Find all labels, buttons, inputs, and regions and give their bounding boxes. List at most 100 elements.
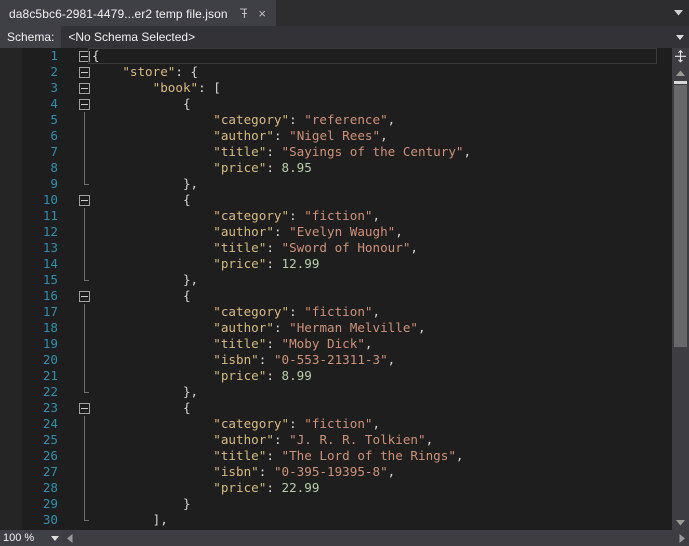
code-line[interactable]: 25 "author": "J. R. R. Tolkien", xyxy=(0,432,657,448)
zoom-level-dropdown[interactable]: 100 % xyxy=(0,530,62,546)
collapse-toggle-icon[interactable] xyxy=(79,99,90,110)
horizontal-scrollbar[interactable] xyxy=(62,530,689,546)
line-number: 23 xyxy=(42,400,58,415)
code-line[interactable]: 14 "price": 12.99 xyxy=(0,256,657,272)
code-editor[interactable]: 1{2 "store": {3 "book": [4{5 "category": "r… xyxy=(0,48,689,530)
token-punc: : xyxy=(289,208,305,223)
code-line[interactable]: 16 { xyxy=(0,288,657,304)
scroll-right-arrow-icon[interactable] xyxy=(674,530,689,546)
vertical-scrollbar-thumb[interactable] xyxy=(674,85,687,347)
token-str: "Nigel Rees" xyxy=(289,128,381,143)
code-line[interactable]: 22}, xyxy=(0,384,657,400)
code-line[interactable]: 18 "author": "Herman Melville", xyxy=(0,320,657,336)
scroll-left-arrow-icon[interactable] xyxy=(62,530,77,546)
token-punc: } xyxy=(182,496,191,511)
line-number: 10 xyxy=(42,192,58,207)
code-line[interactable]: 23 { xyxy=(0,400,657,416)
token-punc: }, xyxy=(182,176,199,191)
token-key: "book" xyxy=(152,80,199,95)
token-str: "0-553-21311-3" xyxy=(273,352,388,367)
schema-bar: Schema: <No Schema Selected> xyxy=(0,26,689,48)
code-line[interactable]: 21 "price": 8.99 xyxy=(0,368,657,384)
chevron-down-icon[interactable] xyxy=(667,0,689,26)
code-line[interactable]: 7 "title": "Sayings of the Century", xyxy=(0,144,657,160)
code-text: "category": "fiction", xyxy=(213,208,380,224)
token-punc: , xyxy=(372,208,381,223)
code-text: }, xyxy=(183,176,198,192)
line-number: 25 xyxy=(42,432,58,447)
token-punc: , xyxy=(364,336,373,351)
scroll-up-arrow-icon[interactable] xyxy=(672,65,689,80)
token-num: 8.99 xyxy=(281,368,312,383)
code-line[interactable]: 1{ xyxy=(0,48,657,64)
code-text: }, xyxy=(183,272,198,288)
collapse-toggle-icon[interactable] xyxy=(79,291,90,302)
line-number: 17 xyxy=(42,304,58,319)
code-line[interactable]: 30], xyxy=(0,512,657,528)
token-str: "The Lord of the Rings" xyxy=(281,448,456,463)
pin-icon[interactable] xyxy=(237,7,251,21)
token-punc: : xyxy=(289,304,305,319)
collapse-toggle-icon[interactable] xyxy=(79,83,90,94)
token-str: "Sayings of the Century" xyxy=(281,144,464,159)
code-line[interactable]: 13 "title": "Sword of Honour", xyxy=(0,240,657,256)
fold-guide-line xyxy=(84,144,85,160)
collapse-toggle-icon[interactable] xyxy=(79,67,90,78)
code-line[interactable]: 5 "category": "reference", xyxy=(0,112,657,128)
code-line[interactable]: 29} xyxy=(0,496,657,512)
token-str: "J. R. R. Tolkien" xyxy=(289,432,426,447)
code-line[interactable]: 20 "isbn": "0-553-21311-3", xyxy=(0,352,657,368)
code-text: "author": "Evelyn Waugh", xyxy=(213,224,403,240)
token-str: "fiction" xyxy=(304,304,373,319)
code-line[interactable]: 9}, xyxy=(0,176,657,192)
code-line[interactable]: 12 "author": "Evelyn Waugh", xyxy=(0,224,657,240)
close-icon[interactable]: × xyxy=(255,6,270,21)
token-num: 22.99 xyxy=(281,480,320,495)
vertical-scrollbar[interactable] xyxy=(672,65,689,530)
token-punc: : xyxy=(273,128,290,143)
token-punc: : xyxy=(266,368,282,383)
code-line[interactable]: 19 "title": "Moby Dick", xyxy=(0,336,657,352)
tab-strip-empty-area xyxy=(275,0,667,26)
token-key: "author" xyxy=(213,432,274,447)
code-text: "isbn": "0-553-21311-3", xyxy=(213,352,395,368)
editor-tab-json-file[interactable]: da8c5bc6-2981-4479...er2 temp file.json … xyxy=(0,0,276,26)
collapse-toggle-icon[interactable] xyxy=(79,403,90,414)
code-text: "category": "fiction", xyxy=(213,304,380,320)
code-line[interactable]: 27 "isbn": "0-395-19395-8", xyxy=(0,464,657,480)
fold-guide-line xyxy=(84,464,85,480)
code-line[interactable]: 8 "price": 8.95 xyxy=(0,160,657,176)
code-line[interactable]: 26 "title": "The Lord of the Rings", xyxy=(0,448,657,464)
code-line[interactable]: 2 "store": { xyxy=(0,64,657,80)
fold-guide-line xyxy=(84,432,85,448)
code-text: { xyxy=(183,192,191,208)
code-lines-container[interactable]: 1{2 "store": {3 "book": [4{5 "category": "r… xyxy=(0,48,657,530)
horizontal-scrollbar-track[interactable] xyxy=(77,530,674,546)
chevron-down-icon[interactable] xyxy=(671,26,689,48)
token-punc: { xyxy=(182,400,191,415)
code-text: "category": "reference", xyxy=(213,112,395,128)
token-str: "fiction" xyxy=(304,416,373,431)
collapse-toggle-icon[interactable] xyxy=(79,195,90,206)
chevron-down-icon[interactable] xyxy=(48,534,62,543)
line-number: 11 xyxy=(42,208,58,223)
token-punc: , xyxy=(372,416,381,431)
scroll-down-arrow-icon[interactable] xyxy=(672,515,689,530)
code-line[interactable]: 10 { xyxy=(0,192,657,208)
schema-select[interactable]: <No Schema Selected> xyxy=(61,26,671,48)
code-line[interactable]: 3 "book": [ xyxy=(0,80,657,96)
code-line[interactable]: 4{ xyxy=(0,96,657,112)
split-view-icon[interactable] xyxy=(672,48,689,65)
code-text: "price": 8.99 xyxy=(213,368,312,384)
token-str: "Moby Dick" xyxy=(281,336,365,351)
token-punc: , xyxy=(425,432,434,447)
code-line[interactable]: 28 "price": 22.99 xyxy=(0,480,657,496)
token-str: "fiction" xyxy=(304,208,373,223)
token-punc: { xyxy=(92,48,100,63)
line-number: 2 xyxy=(50,64,58,79)
code-line[interactable]: 11 "category": "fiction", xyxy=(0,208,657,224)
code-line[interactable]: 6 "author": "Nigel Rees", xyxy=(0,128,657,144)
code-line[interactable]: 15}, xyxy=(0,272,657,288)
code-line[interactable]: 24 "category": "fiction", xyxy=(0,416,657,432)
code-line[interactable]: 17 "category": "fiction", xyxy=(0,304,657,320)
